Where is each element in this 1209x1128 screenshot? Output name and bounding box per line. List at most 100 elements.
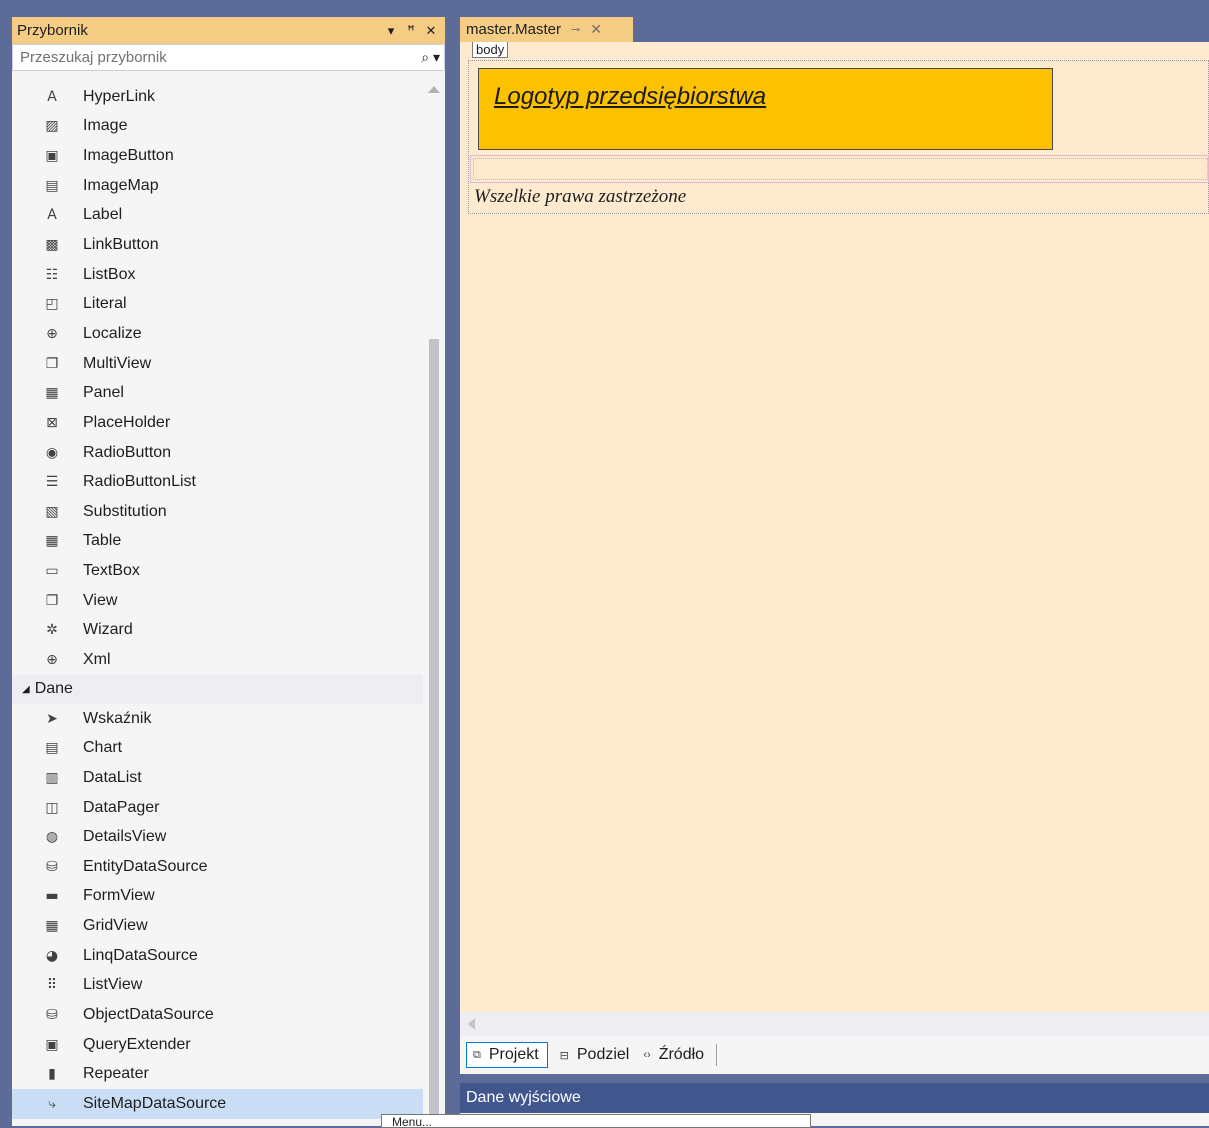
toolbox-item-listbox[interactable]: ☷ListBox xyxy=(12,260,423,290)
toolbox-item-placeholder[interactable]: ⊠PlaceHolder xyxy=(12,408,423,438)
toolbox-item-gridview[interactable]: ▦GridView xyxy=(12,911,423,941)
toolbox-group-dane[interactable]: ◢Dane xyxy=(12,675,423,704)
toolbox-item-localize[interactable]: ⊕Localize xyxy=(12,319,423,349)
toolbox-item-textbox[interactable]: ▭TextBox xyxy=(12,556,423,586)
dropdown-icon[interactable]: ▾ xyxy=(383,23,399,39)
toolbox-item-queryextender[interactable]: ▣QueryExtender xyxy=(12,1030,423,1060)
logo-box[interactable]: Logotyp przedsiębiorstwa xyxy=(478,68,1053,150)
entitydatasource-icon: ⛁ xyxy=(40,859,64,875)
logo-text: Logotyp przedsiębiorstwa xyxy=(494,83,766,111)
toolbox-item-label[interactable]: ALabel xyxy=(12,201,423,231)
toolbox-item-image[interactable]: ▨Image xyxy=(12,112,423,142)
close-icon[interactable]: ✕ xyxy=(590,21,602,38)
toolbox-scrollbar[interactable] xyxy=(423,82,445,1126)
datalist-icon: ▥ xyxy=(40,770,64,786)
toolbox-item-panel[interactable]: ▦ Panel xyxy=(12,378,423,408)
toolbox-item-label: ListView xyxy=(83,976,142,994)
toolbox-item-listview[interactable]: ⠿ListView xyxy=(12,971,423,1001)
horizontal-scrollbar[interactable] xyxy=(460,1012,1209,1036)
toolbox-item-xml[interactable]: ⊕Xml xyxy=(12,645,423,675)
toolbox-item-label: ImageButton xyxy=(83,147,174,165)
output-panel-header[interactable]: Dane wyjściowe xyxy=(460,1083,1209,1113)
radiobutton-icon: ◉ xyxy=(40,445,64,461)
close-icon[interactable]: ✕ xyxy=(423,23,439,39)
design-surface[interactable]: body Logotyp przedsiębiorstwa Wszelkie p… xyxy=(460,42,1209,1012)
scrollbar-thumb[interactable] xyxy=(429,339,439,1124)
linkbutton-icon: ▩ xyxy=(40,237,64,253)
design-view-label: Projekt xyxy=(489,1046,539,1064)
body-tag-label[interactable]: body xyxy=(472,42,508,58)
toolbox-item-label: Substitution xyxy=(83,503,167,521)
literal-icon: ◰ xyxy=(40,296,64,312)
toolbox-item-linqdatasource[interactable]: ◕LinqDataSource xyxy=(12,941,423,971)
search-icon[interactable]: ⌕ ▾ xyxy=(410,49,440,66)
toolbox-item-sitemapdatasource[interactable]: ⤷SiteMapDataSource xyxy=(12,1089,423,1119)
toolbox-item-radiobutton[interactable]: ◉RadioButton xyxy=(12,438,423,468)
toolbox-item-imagebutton[interactable]: ▣ImageButton xyxy=(12,141,423,171)
toolbox-item-wizard[interactable]: ✲ Wizard xyxy=(12,616,423,646)
sitemapdatasource-icon: ⤷ xyxy=(40,1096,64,1112)
toolbox-item-label: ListBox xyxy=(83,266,135,284)
split-view-button[interactable]: ⊟ Podziel xyxy=(554,1042,638,1068)
tab-master[interactable]: master.Master ⊸ ✕ xyxy=(460,17,633,42)
toolbox-item-label: FormView xyxy=(83,887,155,905)
view-separator xyxy=(716,1044,717,1066)
label-icon: A xyxy=(40,207,64,223)
hyperlink-icon: A xyxy=(40,89,64,105)
toolbox-item-objectdatasource[interactable]: ⛁ObjectDataSource xyxy=(12,1000,423,1030)
toolbox-item-label: Xml xyxy=(83,651,111,669)
source-icon: ‹› xyxy=(643,1049,650,1061)
toolbox-item-datapager[interactable]: ◫DataPager xyxy=(12,793,423,823)
toolbox-item-substitution[interactable]: ▧Substitution xyxy=(12,497,423,527)
toolbox-item-radiobuttonlist[interactable]: ☰RadioButtonList xyxy=(12,467,423,497)
scroll-up-icon[interactable] xyxy=(428,86,440,93)
toolbox-item-entitydatasource[interactable]: ⛁EntityDataSource xyxy=(12,852,423,882)
output-title: Dane wyjściowe xyxy=(466,1089,581,1107)
toolbox-item-label: Panel xyxy=(83,384,124,402)
toolbox-item-literal[interactable]: ◰Literal xyxy=(12,289,423,319)
view-switcher: ⧉ Projekt ⊟ Podziel ‹› Źródło xyxy=(460,1036,1209,1074)
toolbox-item-table[interactable]: ▦Table xyxy=(12,527,423,557)
toolbox-item-formview[interactable]: ▬FormView xyxy=(12,882,423,912)
toolbox-item-wskaz-nik[interactable]: ➤ Wskaźnik xyxy=(12,704,423,734)
toolbox-item-sqldatasource[interactable]: ▢SqlDataSource xyxy=(12,1119,423,1126)
toolbox-item-detailsview[interactable]: ◍DetailsView xyxy=(12,822,423,852)
document-tab-strip: master.Master ⊸ ✕ xyxy=(460,17,1209,42)
content-placeholder[interactable] xyxy=(470,155,1209,183)
toolbox-search-input[interactable] xyxy=(18,48,410,67)
design-icon: ⧉ xyxy=(473,1049,481,1062)
toolbox-item-imagemap[interactable]: ▤ImageMap xyxy=(12,171,423,201)
datapager-icon: ◫ xyxy=(40,800,64,816)
panel-icon: ▦ xyxy=(40,385,64,401)
radiobuttonlist-icon: ☰ xyxy=(40,474,64,490)
toolbox-item-datalist[interactable]: ▥DataList xyxy=(12,763,423,793)
pin-icon[interactable]: ꟸ xyxy=(403,23,419,39)
toolbox-item-repeater[interactable]: ▮Repeater xyxy=(12,1060,423,1090)
wskaz-nik-icon: ➤ xyxy=(40,711,64,727)
toolbox-item-label: Chart xyxy=(83,739,122,757)
chart-icon: ▤ xyxy=(40,740,64,756)
toolbox-item-chart[interactable]: ▤ Chart xyxy=(12,733,423,763)
scroll-left-icon[interactable] xyxy=(468,1018,475,1030)
wizard-icon: ✲ xyxy=(40,622,64,638)
objectdatasource-icon: ⛁ xyxy=(40,1007,64,1023)
toolbox-title: Przybornik xyxy=(17,22,379,39)
toolbox-item-label: Wizard xyxy=(83,621,133,639)
design-view-button[interactable]: ⧉ Projekt xyxy=(466,1042,548,1068)
toolbox-search: ⌕ ▾ xyxy=(12,44,445,71)
pin-icon[interactable]: ⊸ xyxy=(571,23,580,36)
toolbox-list: AHyperLink▨Image▣ImageButton▤ImageMapALa… xyxy=(12,82,423,1126)
collapse-arrow-icon[interactable]: ◢ xyxy=(22,684,30,695)
toolbox-item-label: Image xyxy=(83,117,127,135)
split-view-label: Podziel xyxy=(577,1046,629,1064)
toolbox-item-view[interactable]: ❐View xyxy=(12,586,423,616)
toolbox-item-label: Wskaźnik xyxy=(83,710,151,728)
toolbox-item-hyperlink[interactable]: AHyperLink xyxy=(12,82,423,112)
toolbox-item-label: TextBox xyxy=(83,562,140,580)
toolbox-item-linkbutton[interactable]: ▩LinkButton xyxy=(12,230,423,260)
toolbox-item-multiview[interactable]: ❐MultiView xyxy=(12,349,423,379)
imagemap-icon: ▤ xyxy=(40,178,64,194)
multiview-icon: ❐ xyxy=(40,356,64,372)
split-icon: ⊟ xyxy=(560,1049,569,1062)
source-view-button[interactable]: ‹› Źródło xyxy=(637,1042,712,1068)
